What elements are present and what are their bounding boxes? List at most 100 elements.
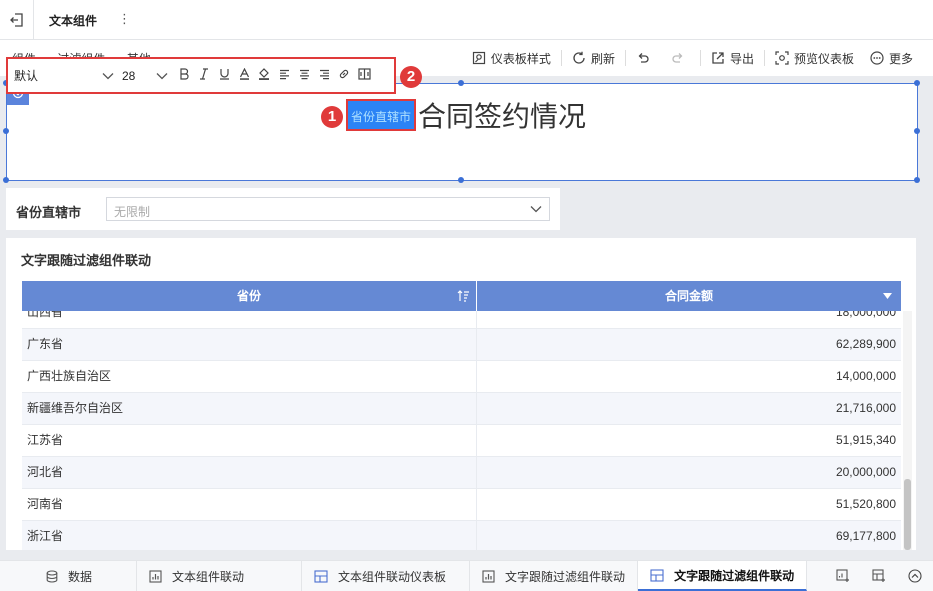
style-icon	[472, 51, 486, 65]
collapse-up-icon[interactable]	[897, 569, 933, 583]
preview-icon	[775, 51, 789, 65]
font-value: 默认	[14, 69, 39, 83]
database-icon	[46, 569, 58, 583]
resize-handle[interactable]	[458, 80, 464, 86]
table-row[interactable]: 河南省 51,520,800	[22, 489, 901, 521]
column-header-province[interactable]: 省份	[22, 281, 477, 311]
chevron-down-icon	[102, 72, 114, 79]
more-button[interactable]: 更多	[862, 49, 921, 67]
sort-icon[interactable]	[457, 290, 470, 302]
align-center-icon[interactable]	[294, 69, 314, 83]
table-row[interactable]: 山西省 18,000,000	[22, 311, 901, 329]
resize-handle[interactable]	[3, 177, 9, 183]
tab-label: 文本组件联动仪表板	[338, 569, 447, 584]
table-widget: 文字跟随过滤组件联动 省份 合同金额 山西省 18,000,000 广东省 62…	[6, 238, 916, 550]
tab-text-follow-filter-dashboard[interactable]: 文字跟随过滤组件联动	[638, 561, 808, 591]
export-button[interactable]: 导出	[703, 49, 762, 67]
dashboard-icon	[650, 568, 664, 582]
tab-text-follow-filter-chart[interactable]: 文字跟随过滤组件联动	[470, 561, 639, 591]
text-format-toolbar: 默认 28	[6, 57, 396, 94]
font-size-select[interactable]: 28	[122, 64, 168, 88]
resize-handle[interactable]	[914, 128, 920, 134]
export-label: 导出	[729, 51, 754, 66]
column-header-amount[interactable]: 合同金额	[477, 281, 901, 311]
exit-icon[interactable]	[8, 11, 26, 29]
selected-dynamic-text[interactable]: 省份直辖市	[346, 99, 417, 131]
filter-placeholder: 无限制	[114, 205, 151, 219]
amount-cell: 20,000,000	[835, 465, 896, 479]
filter-widget: 省份直辖市 无限制	[6, 188, 560, 230]
dashboard-icon	[314, 569, 328, 583]
tab-label: 文字跟随过滤组件联动	[674, 568, 795, 583]
province-cell: 浙江省	[22, 521, 477, 550]
table-body: 山西省 18,000,000 广东省 62,289,900 广西壮族自治区 14…	[22, 311, 901, 550]
align-left-icon[interactable]	[274, 69, 294, 83]
caret-down-icon[interactable]	[883, 293, 892, 299]
font-color-icon[interactable]	[234, 67, 254, 83]
province-cell: 新疆维吾尔自治区	[22, 393, 477, 424]
table-row[interactable]: 广西壮族自治区 14,000,000	[22, 361, 901, 393]
chart-icon	[482, 569, 495, 583]
table-row[interactable]: 新疆维吾尔自治区 21,716,000	[22, 393, 901, 425]
scrollbar-thumb[interactable]	[904, 479, 911, 550]
resize-handle[interactable]	[458, 177, 464, 183]
fill-color-icon[interactable]	[254, 68, 274, 83]
tab-actions	[825, 561, 933, 591]
refresh-label: 刷新	[590, 51, 615, 66]
italic-icon[interactable]	[194, 68, 214, 83]
resize-handle[interactable]	[3, 128, 9, 134]
redo-icon	[672, 53, 683, 63]
table-scrollbar[interactable]	[903, 311, 912, 550]
divider	[560, 50, 562, 66]
amount-cell: 51,520,800	[835, 497, 896, 511]
refresh-icon	[573, 51, 585, 64]
preview-dashboard-button[interactable]: 预览仪表板	[767, 49, 862, 67]
more-icon	[870, 51, 884, 65]
tab-text-widget-dashboard[interactable]: 文本组件联动仪表板	[302, 561, 471, 591]
filter-label: 省份直辖市	[16, 205, 82, 220]
dashboard-style-button[interactable]: 仪表板样式	[464, 49, 559, 67]
headline[interactable]: 省份直辖市 合同签约情况	[346, 97, 586, 133]
resize-handle[interactable]	[914, 177, 920, 183]
link-icon[interactable]	[334, 68, 354, 83]
insert-dynamic-param-icon[interactable]	[354, 68, 374, 83]
export-icon	[712, 52, 724, 64]
table-row[interactable]: 河北省 20,000,000	[22, 457, 901, 489]
page-title: 文本组件	[49, 14, 98, 28]
resize-handle[interactable]	[914, 80, 920, 86]
align-right-icon[interactable]	[314, 69, 334, 83]
table-row[interactable]: 广东省 62,289,900	[22, 329, 901, 361]
tab-text-widget-link[interactable]: 文本组件联动	[137, 561, 303, 591]
tab-label: 文本组件联动	[172, 569, 245, 584]
province-cell: 广西壮族自治区	[22, 361, 477, 392]
redo-button[interactable]	[663, 49, 698, 67]
table-row[interactable]: 江苏省 51,915,340	[22, 425, 901, 457]
tab-data[interactable]: 数据	[0, 561, 138, 591]
amount-cell: 18,000,000	[835, 311, 896, 319]
province-filter-select[interactable]: 无限制	[106, 197, 550, 221]
dashboard-style-label: 仪表板样式	[490, 51, 551, 66]
province-cell: 河北省	[22, 457, 477, 488]
table-widget-title: 文字跟随过滤组件联动	[21, 253, 152, 268]
undo-icon	[638, 53, 649, 63]
undo-button[interactable]	[628, 49, 663, 67]
refresh-button[interactable]: 刷新	[564, 49, 623, 67]
chart-icon	[149, 569, 162, 583]
amount-cell: 51,915,340	[835, 433, 896, 447]
right-tools: 仪表板样式 刷新 导出 预览仪表板 更多	[464, 49, 921, 67]
add-chart-icon[interactable]	[825, 569, 861, 583]
step-badge-2: 2	[400, 66, 422, 88]
more-vertical-icon[interactable]: ⋮	[118, 11, 131, 27]
province-cell: 山西省	[22, 311, 477, 328]
bold-icon[interactable]	[174, 68, 194, 83]
province-cell: 江苏省	[22, 425, 477, 456]
tab-label: 文字跟随过滤组件联动	[505, 569, 626, 584]
font-select[interactable]: 默认	[14, 64, 114, 88]
underline-icon[interactable]	[214, 68, 234, 83]
divider	[763, 50, 765, 66]
divider	[624, 50, 626, 66]
tab-label: 数据	[68, 569, 93, 584]
add-dashboard-icon[interactable]	[861, 569, 897, 583]
table-row[interactable]: 浙江省 69,177,800	[22, 521, 901, 550]
font-size-value: 28	[122, 68, 136, 83]
